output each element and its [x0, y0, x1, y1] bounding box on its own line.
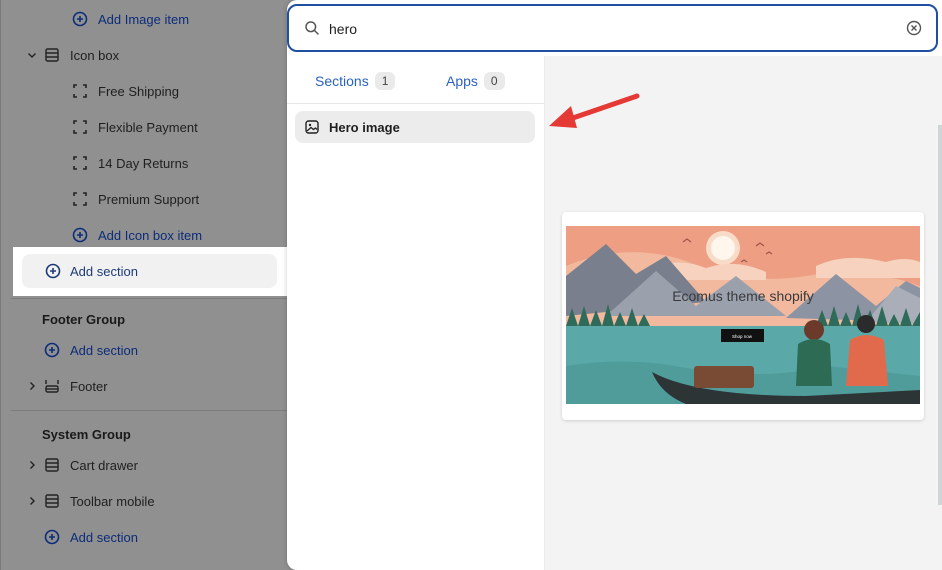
block-icon: [73, 192, 87, 206]
add-section-label: Add section: [70, 264, 138, 279]
sidebar-block-item[interactable]: 14 Day Returns: [1, 145, 289, 181]
add-image-item-label: Add Image item: [98, 11, 190, 27]
annotation-arrow-icon: [549, 93, 640, 128]
sidebar-block-item[interactable]: Premium Support: [1, 181, 289, 217]
sidebar-item-icon-box[interactable]: Icon box: [1, 37, 289, 73]
count-badge: 1: [374, 72, 396, 90]
count-badge: 0: [483, 72, 505, 90]
chevron-right-icon[interactable]: [27, 381, 37, 391]
preview-button-label: Shop now: [732, 334, 753, 339]
section-icon: [45, 494, 59, 508]
section-icon: [45, 458, 59, 472]
block-label: Free Shipping: [98, 83, 179, 99]
system-add-section-button[interactable]: Add section: [1, 519, 289, 555]
clear-search-icon[interactable]: [906, 20, 922, 36]
image-icon: [305, 120, 319, 134]
divider: [11, 410, 289, 411]
search-box: [287, 4, 938, 52]
block-label: 14 Day Returns: [98, 155, 189, 171]
sidebar-item-cart-drawer[interactable]: Cart drawer: [1, 447, 289, 483]
chevron-right-icon[interactable]: [27, 496, 37, 506]
section-search-popup: Sections 1 Apps 0 Hero image: [287, 0, 942, 570]
tab-label: Sections: [315, 73, 369, 89]
search-results: Hero image: [287, 104, 545, 570]
result-label: Hero image: [329, 119, 400, 135]
sidebar-item-label: Toolbar mobile: [70, 493, 155, 509]
result-item-hero-image[interactable]: Hero image: [295, 111, 535, 143]
sidebar-item-footer[interactable]: Footer: [1, 368, 289, 404]
plus-circle-icon: [72, 11, 88, 27]
add-section-button[interactable]: Add section: [22, 254, 277, 288]
sidebar-item-toolbar-mobile[interactable]: Toolbar mobile: [1, 483, 289, 519]
plus-circle-icon: [45, 263, 61, 279]
group-heading-label: Footer Group: [42, 311, 126, 327]
search-tabs: Sections 1 Apps 0: [287, 56, 545, 104]
group-heading-label: System Group: [42, 426, 131, 442]
add-section-label: Add section: [70, 529, 138, 545]
add-section-highlight: Add section: [13, 247, 289, 296]
plus-circle-icon: [44, 529, 60, 545]
preview-heading: Ecomus theme shopify: [672, 288, 814, 304]
search-input[interactable]: [329, 18, 889, 40]
block-icon: [73, 84, 87, 98]
block-label: Premium Support: [98, 191, 200, 207]
search-icon: [305, 21, 319, 35]
chevron-down-icon[interactable]: [27, 50, 37, 60]
tab-sections[interactable]: Sections 1: [315, 70, 396, 92]
hero-image-preview: Ecomus theme shopify Shop now: [566, 226, 920, 404]
block-icon: [73, 156, 87, 170]
block-label: Flexible Payment: [98, 119, 198, 135]
window-edge: [938, 125, 942, 505]
block-icon: [73, 120, 87, 134]
tab-apps[interactable]: Apps 0: [446, 70, 505, 92]
section-preview-card: Ecomus theme shopify Shop now: [562, 212, 924, 420]
add-image-item-button[interactable]: Add Image item: [1, 1, 289, 37]
plus-circle-icon: [72, 227, 88, 243]
footer-section-icon: [45, 380, 59, 393]
sidebar: Add Image item Icon box Free Shipping Fl…: [0, 0, 289, 570]
sidebar-item-label: Cart drawer: [70, 457, 138, 473]
footer-add-section-button[interactable]: Add section: [1, 332, 289, 368]
sidebar-block-item[interactable]: Free Shipping: [1, 73, 289, 109]
add-section-label: Add section: [70, 342, 138, 358]
tab-label: Apps: [446, 73, 478, 89]
plus-circle-icon: [44, 342, 60, 358]
section-icon: [45, 48, 59, 62]
add-icon-box-item-label: Add Icon box item: [98, 227, 203, 243]
sidebar-item-label: Icon box: [70, 47, 120, 63]
sidebar-block-item[interactable]: Flexible Payment: [1, 109, 289, 145]
divider: [11, 298, 289, 299]
chevron-right-icon[interactable]: [27, 460, 37, 470]
sidebar-item-label: Footer: [70, 378, 108, 394]
